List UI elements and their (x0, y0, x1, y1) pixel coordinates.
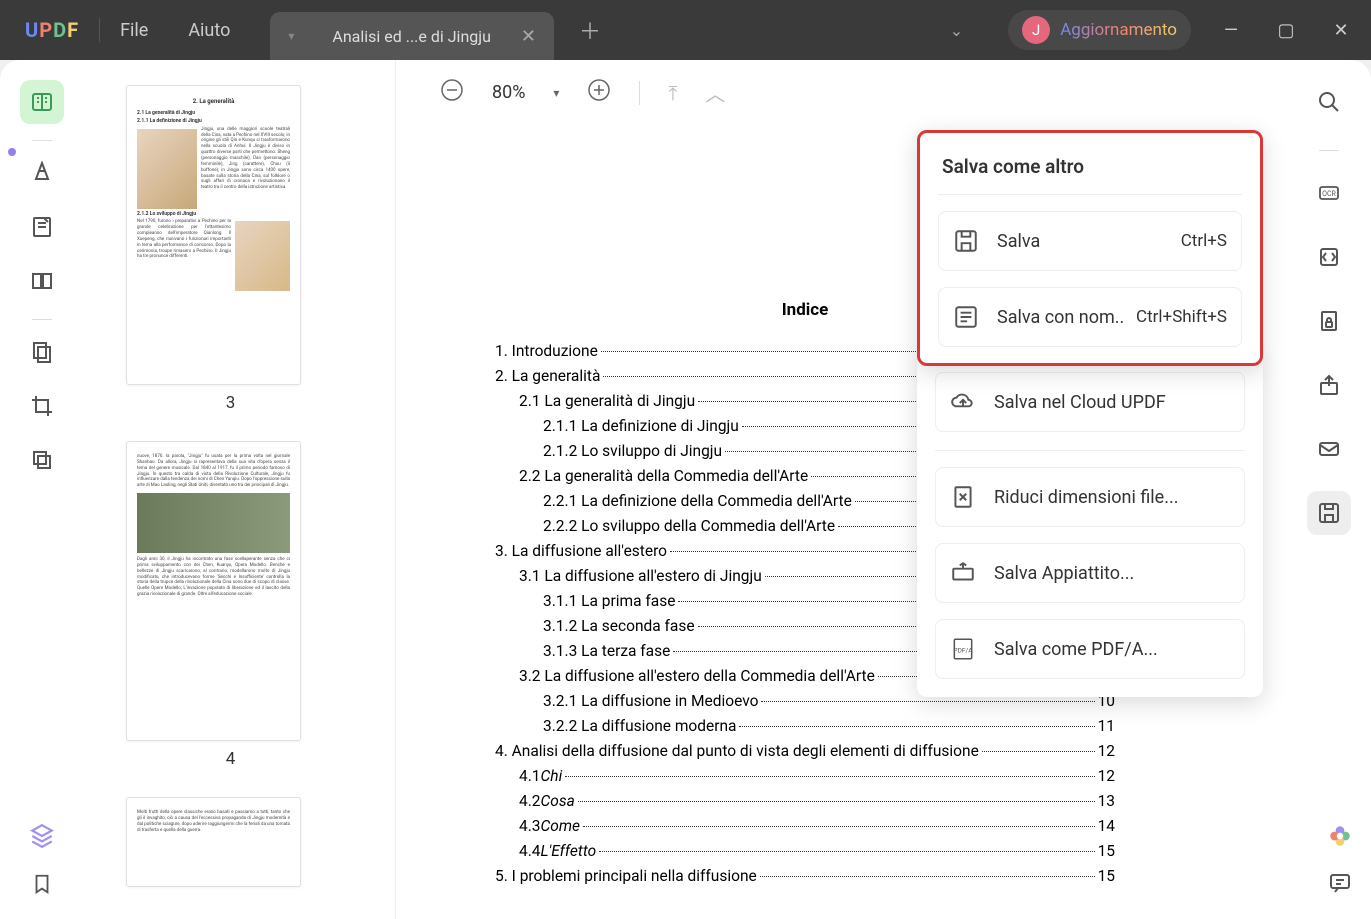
toc-entry[interactable]: 4.1 Chi12 (495, 767, 1115, 785)
comment-icon[interactable] (1328, 871, 1352, 899)
document-tab[interactable]: ▾ Analisi ed ...e di Jingju ✕ (270, 12, 554, 60)
menu-help[interactable]: Aiuto (188, 20, 230, 41)
ai-icon[interactable] (1327, 823, 1353, 853)
first-page-icon[interactable]: ⤒ (668, 81, 677, 105)
tab-caret-icon: ▾ (288, 29, 294, 43)
save-as-shortcut: Ctrl+Shift+S (1136, 307, 1227, 327)
zoom-in-icon[interactable] (587, 78, 611, 107)
titlebar: UPDF File Aiuto ▾ Analisi ed ...e di Jin… (0, 0, 1371, 60)
convert-icon[interactable] (1307, 235, 1351, 279)
pdfa-button[interactable]: PDF/A Salva come PDF/A... (935, 619, 1245, 679)
add-tab-button[interactable]: ＋ (579, 14, 601, 46)
right-toolbar: OCR (1305, 80, 1353, 545)
svg-text:OCR: OCR (1322, 190, 1336, 198)
flatten-label: Salva Appiattito... (994, 563, 1230, 584)
toc-entry[interactable]: 3.2.2 La diffusione moderna11 (495, 717, 1115, 735)
save-as-flyout: Salva come altro Salva Ctrl+S Salva con … (917, 130, 1263, 366)
reduce-file-button[interactable]: Riduci dimensioni file... (935, 467, 1245, 527)
highlight-tool-icon[interactable] (20, 151, 64, 195)
thumb-illustration (137, 493, 290, 553)
thumb-illustration (235, 221, 290, 291)
save-shortcut: Ctrl+S (1181, 231, 1227, 251)
minimize-button[interactable]: — (1216, 20, 1246, 41)
close-window-button[interactable]: ✕ (1326, 20, 1356, 41)
thumbnail-page-4[interactable]: nuove, 1876. la parola, "Jingju" fu usat… (126, 441, 301, 741)
cloud-label: Salva nel Cloud UPDF (994, 392, 1230, 413)
maximize-button[interactable]: ▢ (1271, 20, 1301, 41)
protect-icon[interactable] (1307, 299, 1351, 343)
copy-tool-icon[interactable] (20, 438, 64, 482)
thumbnail-page-3[interactable]: 2. La generalità 2.1 La generalità di Ji… (126, 85, 301, 385)
left-toolbar (18, 60, 66, 919)
organize-tool-icon[interactable] (20, 330, 64, 374)
tab-title: Analisi ed ...e di Jingju (332, 27, 491, 46)
thumbnail-page-5[interactable]: Molti frutti della opere classiche erano… (126, 797, 301, 887)
flatten-icon (950, 560, 976, 586)
prev-page-icon[interactable]: ︿ (705, 78, 725, 107)
save-as-label: Salva con nom.. (997, 307, 1136, 328)
thumbnail-label-3: 3 (126, 393, 335, 413)
toc-entry[interactable]: 4.2 Cosa13 (495, 792, 1115, 810)
pdfa-icon: PDF/A (950, 636, 976, 662)
zoom-out-icon[interactable] (440, 78, 464, 107)
save-icon (953, 228, 979, 254)
bookmark-icon[interactable] (31, 873, 53, 899)
thumbnail-panel: 2. La generalità 2.1 La generalità di Ji… (66, 60, 396, 919)
toc-entry[interactable]: 4.4 L'Effetto15 (495, 842, 1115, 860)
edit-tool-icon[interactable] (20, 205, 64, 249)
reduce-label: Riduci dimensioni file... (994, 487, 1230, 508)
divider (99, 18, 100, 42)
indicator-dot (8, 148, 16, 156)
toc-entry[interactable]: 4.3 Come14 (495, 817, 1115, 835)
thumb-illustration (137, 129, 197, 209)
save-as-flyout-lower: Salva nel Cloud UPDF Riduci dimensioni f… (917, 356, 1263, 697)
app-logo: UPDF (25, 18, 79, 42)
upgrade-label: Aggiornamento (1060, 20, 1177, 40)
reduce-icon (950, 484, 976, 510)
ocr-icon[interactable]: OCR (1307, 171, 1351, 215)
svg-text:PDF/A: PDF/A (954, 646, 974, 654)
save-button[interactable]: Salva Ctrl+S (938, 211, 1242, 271)
save-cloud-button[interactable]: Salva nel Cloud UPDF (935, 372, 1245, 432)
zoom-dropdown-icon[interactable]: ▾ (553, 86, 559, 100)
cloud-icon (950, 389, 976, 415)
chevron-down-icon[interactable]: ⌄ (950, 21, 963, 40)
layers-icon[interactable] (29, 823, 55, 853)
user-avatar: J (1022, 16, 1050, 44)
thumbnail-label-4: 4 (126, 749, 335, 769)
mail-icon[interactable] (1307, 427, 1351, 471)
save-label: Salva (997, 231, 1181, 252)
zoom-value[interactable]: 80% (492, 82, 525, 103)
flatten-button[interactable]: Salva Appiattito... (935, 543, 1245, 603)
flyout-title: Salva come altro (938, 149, 1242, 195)
crop-tool-icon[interactable] (20, 384, 64, 428)
toc-entry[interactable]: 5. I problemi principali nella diffusion… (495, 867, 1115, 885)
toc-entry[interactable]: 4. Analisi della diffusione dal punto di… (495, 742, 1115, 760)
page-tool-icon[interactable] (20, 259, 64, 303)
save-as-icon (953, 304, 979, 330)
save-icon[interactable] (1307, 491, 1351, 535)
menu-file[interactable]: File (120, 20, 148, 41)
share-icon[interactable] (1307, 363, 1351, 407)
user-badge[interactable]: J Aggiornamento (1008, 10, 1191, 50)
search-icon[interactable] (1307, 80, 1351, 124)
pdfa-label: Salva come PDF/A... (994, 639, 1230, 660)
save-as-button[interactable]: Salva con nom.. Ctrl+Shift+S (938, 287, 1242, 347)
document-toolbar: 80% ▾ ⤒ ︿ (440, 78, 725, 107)
reader-tool-icon[interactable] (20, 80, 64, 124)
close-tab-icon[interactable]: ✕ (521, 26, 536, 47)
